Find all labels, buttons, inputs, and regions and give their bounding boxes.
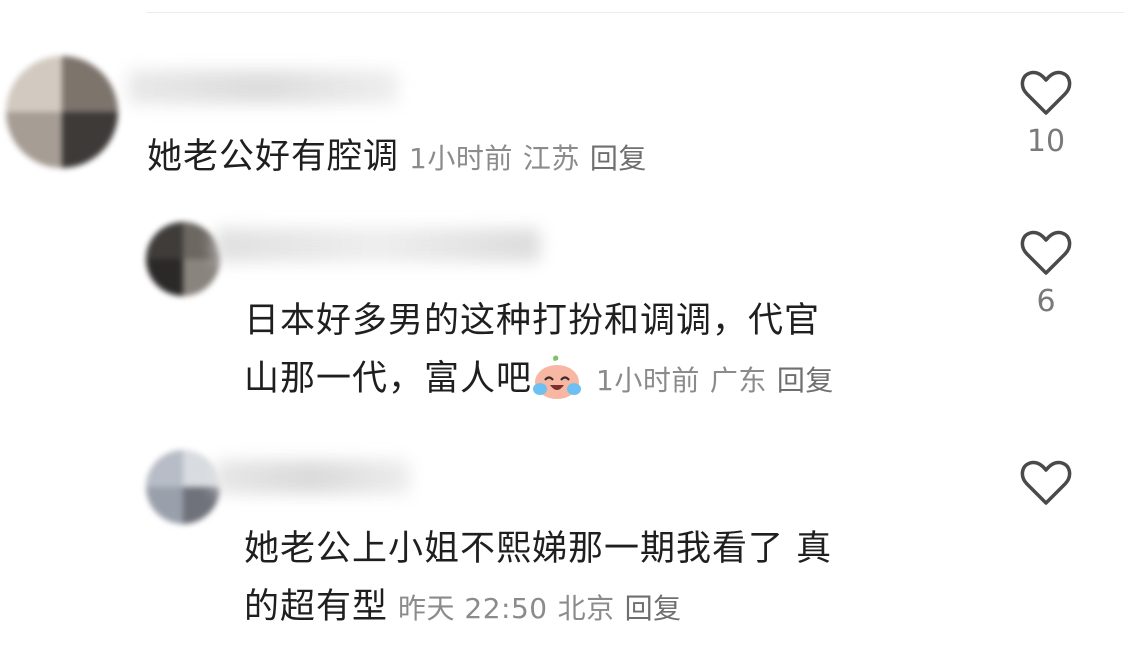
like-count: 10 <box>1026 124 1066 159</box>
comment-body-line2: 的超有型 <box>244 587 389 627</box>
comment-location: 广东 <box>709 364 767 397</box>
heart-icon <box>1020 230 1072 275</box>
reply-button[interactable]: 回复 <box>625 592 682 625</box>
comment-body-line1: 她老公上小姐不熙娣那一期我看了 真 <box>244 529 833 569</box>
like-count: 6 <box>1036 284 1056 319</box>
username-blurred[interactable] <box>215 460 410 494</box>
comment-text: 她老公上小姐不熙娣那一期我看了 真 的超有型 昨天 22:50 北京 回复 <box>244 520 832 638</box>
top-divider <box>146 12 1124 13</box>
reply-button[interactable]: 回复 <box>590 142 647 175</box>
avatar[interactable] <box>6 56 118 168</box>
heart-icon <box>1020 460 1072 505</box>
comment-text: 日本好多男的这种打扮和调调，代官 山那一代，富人吧 1小时前 广东 回复 <box>244 292 834 410</box>
comment-location: 江苏 <box>522 142 580 175</box>
like-button[interactable]: 6 <box>1016 230 1076 319</box>
avatar[interactable] <box>146 450 220 524</box>
like-button[interactable] <box>1016 460 1076 514</box>
username-blurred[interactable] <box>215 228 540 262</box>
comment-time: 1小时前 <box>596 364 700 397</box>
comment-body: 她老公好有腔调 <box>147 137 400 177</box>
crying-laughing-face-icon <box>533 355 582 399</box>
comment-time: 昨天 22:50 <box>398 592 548 625</box>
reply-button[interactable]: 回复 <box>777 364 834 397</box>
comment-body-line2: 山那一代，富人吧 <box>244 359 533 399</box>
comment-body-line1: 日本好多男的这种打扮和调调，代官 <box>244 301 821 341</box>
comment-text: 她老公好有腔调 1小时前 江苏 回复 <box>147 128 647 188</box>
like-button[interactable]: 10 <box>1016 70 1076 159</box>
avatar[interactable] <box>146 222 220 296</box>
username-blurred[interactable] <box>128 70 398 104</box>
comment-time: 1小时前 <box>409 142 513 175</box>
comment-location: 北京 <box>557 592 615 625</box>
heart-icon <box>1020 70 1072 115</box>
